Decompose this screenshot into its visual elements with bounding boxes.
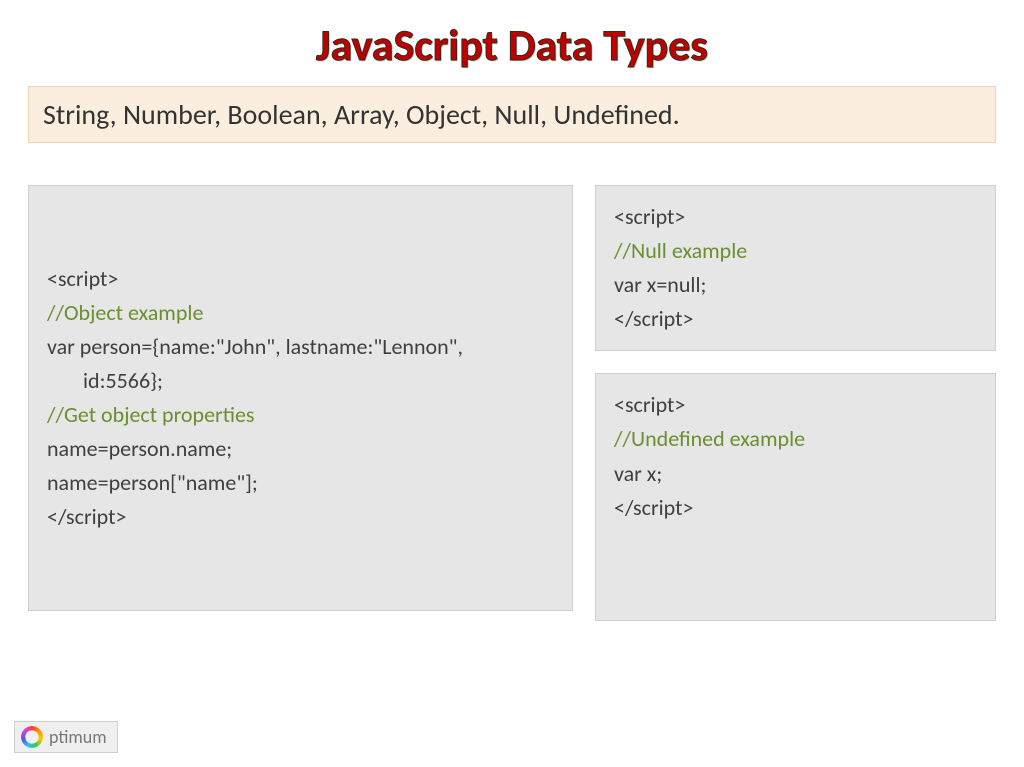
code-line: name=person["name"]; bbox=[47, 466, 554, 500]
left-column: <script> //Object example var person={na… bbox=[28, 185, 573, 611]
code-comment: //Null example bbox=[614, 234, 977, 268]
code-comment: //Get object properties bbox=[47, 398, 554, 432]
brand-logo: ptimum bbox=[14, 721, 118, 753]
code-box-object: <script> //Object example var person={na… bbox=[28, 185, 573, 611]
code-line: <script> bbox=[614, 388, 977, 422]
code-comment: //Undefined example bbox=[614, 422, 977, 456]
code-box-undefined: <script> //Undefined example var x; </sc… bbox=[595, 373, 996, 621]
slide-title: JavaScript Data Types bbox=[0, 0, 1024, 72]
brand-text: ptimum bbox=[49, 726, 107, 748]
code-line: </script> bbox=[614, 491, 977, 525]
code-line: <script> bbox=[47, 262, 554, 296]
code-comment: //Object example bbox=[47, 296, 554, 330]
code-box-null: <script> //Null example var x=null; </sc… bbox=[595, 185, 996, 351]
code-line: var x=null; bbox=[614, 268, 977, 302]
code-line: name=person.name; bbox=[47, 432, 554, 466]
code-line: </script> bbox=[614, 302, 977, 336]
code-line: </script> bbox=[47, 500, 554, 534]
code-text: var person={name:"John", lastname:"Lenno… bbox=[47, 333, 463, 360]
right-column: <script> //Null example var x=null; </sc… bbox=[595, 185, 996, 621]
ring-icon bbox=[21, 726, 43, 748]
content-row: <script> //Object example var person={na… bbox=[28, 185, 996, 621]
code-line: <script> bbox=[614, 200, 977, 234]
code-line: var x; bbox=[614, 457, 977, 491]
subtitle-box: String, Number, Boolean, Array, Object, … bbox=[28, 86, 996, 143]
code-line: var person={name:"John", lastname:"Lenno… bbox=[47, 330, 554, 398]
code-text-indent: id:5566}; bbox=[47, 364, 554, 398]
